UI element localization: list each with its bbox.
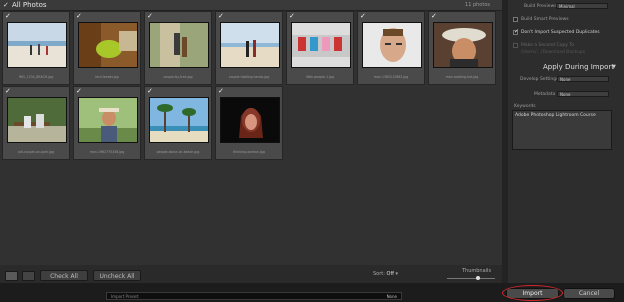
metadata-select[interactable]: None — [557, 91, 609, 97]
second-copy-label: Make a Second Copy To — [521, 43, 575, 48]
photo-checkbox[interactable]: ✓ — [147, 87, 153, 95]
photo-filename: people-alone-on-beach.jpg — [156, 150, 200, 154]
metadata-label: Metadata — [534, 92, 556, 97]
sort-label: Sort: — [373, 271, 385, 277]
develop-settings-select[interactable]: None — [557, 76, 609, 82]
uncheck-all-button[interactable]: Uncheck All — [93, 270, 141, 281]
photo-filename: man-reading-hat.jpg — [445, 75, 479, 79]
import-preset-bar[interactable]: Import Preset: None — [106, 292, 402, 300]
thumbnail-size-slider[interactable] — [447, 278, 495, 279]
photo-thumbnail — [362, 22, 422, 68]
keywords-label: Keywords — [514, 104, 536, 109]
photo-cell[interactable]: ✓ couple-holding-hands.jpg — [215, 11, 283, 85]
keywords-value: Adobe Photoshop Lightroom Course — [515, 113, 596, 118]
photo-filename: thinking-woman.jpg — [233, 150, 265, 154]
dont-import-duplicates-label: Don't Import Suspected Duplicates — [521, 30, 600, 35]
photo-checkbox[interactable]: ✓ — [360, 12, 366, 20]
import-preset-value[interactable]: None — [387, 293, 397, 300]
photo-thumbnail — [220, 97, 280, 143]
build-previews-select[interactable]: Minimal — [556, 3, 608, 9]
grid-title: All Photos — [12, 1, 47, 9]
photo-checkbox[interactable]: ✓ — [218, 12, 224, 20]
loupe-view-icon[interactable] — [22, 271, 35, 281]
photo-cell[interactable]: ✓ old-couple-on-park.jpg — [2, 86, 70, 160]
import-button[interactable]: Import — [506, 288, 559, 299]
second-copy-checkbox[interactable] — [513, 43, 518, 48]
photo-filename: couple-holding-hands.jpg — [228, 75, 270, 79]
photo-checkbox[interactable]: ✓ — [431, 12, 437, 20]
grid-view-icon[interactable] — [5, 271, 18, 281]
photo-thumbnail — [78, 22, 138, 68]
photo-filename: IMG_1234_BEACH.jpg — [18, 75, 54, 79]
cancel-button[interactable]: Cancel — [563, 288, 615, 299]
develop-settings-label: Develop Settings — [520, 77, 559, 82]
second-copy-path: /Users/.../Download Backups — [521, 50, 586, 55]
dont-import-duplicates-checkbox[interactable] — [513, 28, 519, 35]
sort-value[interactable]: Off — [387, 271, 394, 277]
photo-cell[interactable]: ✓ man-1962775438.jpg — [73, 86, 141, 160]
photo-thumbnail — [7, 22, 67, 68]
photo-cell[interactable]: ✓ man-reading-hat.jpg — [428, 11, 496, 85]
panel-collapse-icon[interactable]: ▼ — [612, 64, 616, 70]
photo-checkbox[interactable]: ✓ — [76, 87, 82, 95]
photo-checkbox[interactable]: ✓ — [5, 12, 11, 20]
check-all-button[interactable]: Check All — [40, 270, 88, 281]
photo-thumbnail — [78, 97, 138, 143]
smart-previews-checkbox[interactable] — [513, 17, 518, 22]
sort-control[interactable]: Sort: Off ▾ — [373, 271, 398, 277]
thumbnails-label: Thumbnails — [462, 268, 492, 274]
photo-thumbnail — [433, 22, 493, 68]
photo-count: 11 photos — [465, 2, 490, 8]
photo-filename: man-1365212883.jpg — [373, 75, 409, 79]
build-previews-label: Build Previews — [524, 4, 557, 9]
photo-checkbox[interactable]: ✓ — [5, 87, 11, 95]
photo-thumbnail — [7, 97, 67, 143]
photo-filename: old-couple-on-park.jpg — [17, 150, 54, 154]
photo-filename: bird-feeder.jpg — [95, 75, 119, 79]
photo-cell[interactable]: ✓ thinking-woman.jpg — [215, 86, 283, 160]
select-all-checkbox[interactable]: ✓ — [3, 1, 9, 9]
photo-cell[interactable]: ✓ man-1365212883.jpg — [357, 11, 425, 85]
photo-cell[interactable]: ✓ IMG_1234_BEACH.jpg — [2, 11, 70, 85]
photo-thumbnail — [291, 22, 351, 68]
photo-filename: man-1962775438.jpg — [89, 150, 125, 154]
photo-filename: little-people-1.jpg — [305, 75, 335, 79]
photo-cell[interactable]: ✓ bird-feeder.jpg — [73, 11, 141, 85]
photo-checkbox[interactable]: ✓ — [76, 12, 82, 20]
photo-thumbnail — [220, 22, 280, 68]
photo-thumbnail — [149, 22, 209, 68]
photo-checkbox[interactable]: ✓ — [289, 12, 295, 20]
photo-thumbnail — [149, 97, 209, 143]
smart-previews-label: Build Smart Previews — [521, 17, 569, 22]
photo-checkbox[interactable]: ✓ — [147, 12, 153, 20]
photo-cell[interactable]: ✓ couple-by-tree.jpg — [144, 11, 212, 85]
photo-cell[interactable]: ✓ people-alone-on-beach.jpg — [144, 86, 212, 160]
grid-header: ✓ All Photos 11 photos — [0, 0, 502, 11]
photo-cell[interactable]: ✓ little-people-1.jpg — [286, 11, 354, 85]
thumbnail-slider-handle[interactable] — [476, 276, 480, 280]
photo-checkbox[interactable]: ✓ — [218, 87, 224, 95]
apply-during-import-title[interactable]: Apply During Import — [543, 63, 614, 71]
import-preset-label: Import Preset: — [111, 294, 140, 299]
photo-filename: couple-by-tree.jpg — [163, 75, 193, 79]
